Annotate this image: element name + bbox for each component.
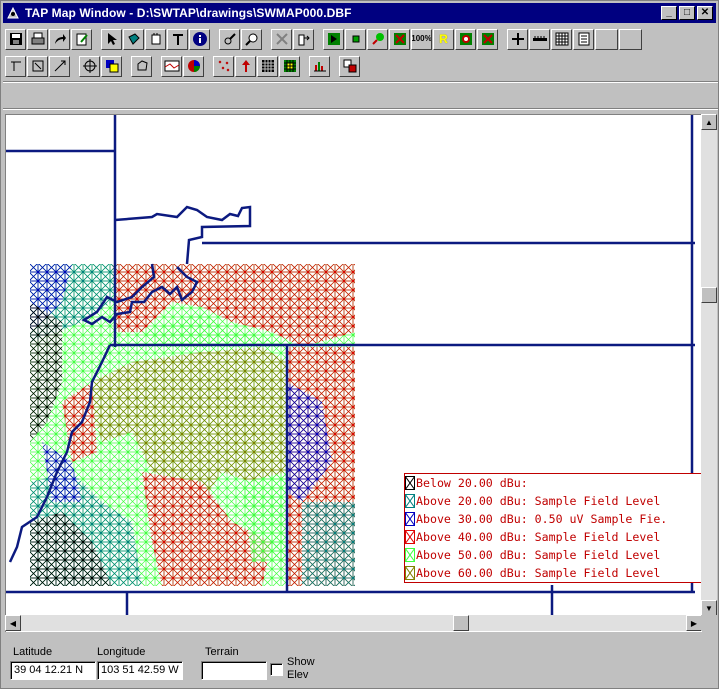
layers-icon[interactable] — [101, 55, 122, 77]
legend-label: Above 40.00 dBu: Sample Field Level — [416, 530, 661, 544]
move-icon[interactable] — [79, 55, 100, 77]
info-icon[interactable] — [189, 28, 210, 50]
toolbar-separator — [3, 81, 718, 83]
profile-icon[interactable] — [161, 55, 182, 77]
redo-icon[interactable] — [49, 28, 70, 50]
title-bar[interactable]: TAP Map Window - D:\SWTAP\drawings\SWMAP… — [3, 3, 716, 23]
edit-icon[interactable] — [71, 28, 92, 50]
zoom-100-icon[interactable]: 100% — [411, 28, 432, 50]
show-elev-checkbox[interactable] — [270, 663, 283, 676]
box-icon[interactable] — [27, 55, 48, 77]
legend-swatch — [405, 494, 415, 508]
vertical-scroll-thumb[interactable] — [701, 287, 717, 303]
legend-label: Above 20.00 dBu: Sample Field Level — [416, 494, 661, 508]
refresh-icon[interactable] — [455, 28, 476, 50]
terrain-field[interactable] — [201, 661, 267, 680]
import-icon[interactable] — [293, 28, 314, 50]
dot-icon[interactable] — [345, 28, 366, 50]
swap-icon[interactable] — [339, 55, 360, 77]
grid-icon[interactable] — [477, 28, 498, 50]
points-icon[interactable] — [213, 55, 234, 77]
r-text: R — [439, 32, 448, 46]
legend-row: Above 40.00 dBu: Sample Field Level — [405, 528, 702, 546]
chart-icon[interactable] — [309, 55, 330, 77]
toolbar-separator — [3, 108, 718, 110]
coverage-icon[interactable] — [183, 55, 204, 77]
print-icon[interactable] — [27, 28, 48, 50]
close-button[interactable]: ✕ — [697, 6, 713, 20]
terrain-label: Terrain — [205, 646, 239, 658]
scroll-left-icon[interactable]: ◀ — [5, 615, 21, 631]
legend-swatch — [405, 530, 415, 544]
blank-button-1[interactable] — [595, 28, 618, 50]
line-icon[interactable] — [5, 55, 26, 77]
ruler-icon[interactable] — [529, 28, 550, 50]
legend-row: Below 20.00 dBu: — [405, 474, 702, 492]
minimize-button[interactable]: _ — [661, 6, 677, 20]
coordinate-panel: Latitude 39 04 12.21 N Longitude 103 51 … — [3, 638, 718, 688]
scrollbar-corner — [701, 615, 717, 631]
legend-row: Above 30.00 dBu: 0.50 uV Sample Fie. — [405, 510, 702, 528]
legend-label: Below 20.00 dBu: — [416, 476, 528, 490]
green-icon[interactable] — [323, 28, 344, 50]
grid-color-icon[interactable] — [279, 55, 300, 77]
show-elev-label: Show — [287, 656, 315, 668]
legend-label: Above 50.00 dBu: Sample Field Level — [416, 548, 661, 562]
legend-row: Above 20.00 dBu: Sample Field Level — [405, 492, 702, 510]
delete-icon[interactable] — [271, 28, 292, 50]
legend-label: Above 30.00 dBu: 0.50 uV Sample Fie. — [416, 512, 668, 526]
legend-swatch — [405, 548, 415, 562]
maximize-button[interactable]: □ — [679, 6, 695, 20]
horizontal-scrollbar[interactable]: ◀ ▶ — [5, 615, 702, 631]
zoom-100-text: 100% — [411, 34, 432, 43]
r-icon[interactable]: R — [433, 28, 454, 50]
blank-button-2[interactable] — [619, 28, 642, 50]
scroll-down-icon[interactable]: ▼ — [701, 600, 717, 616]
legend-row: Above 60.00 dBu: Sample Field Level — [405, 564, 702, 582]
longitude-field[interactable]: 103 51 42.59 W — [97, 661, 183, 680]
zoom-icon[interactable] — [241, 28, 262, 50]
coverage-legend: Below 20.00 dBu: Above 20.00 dBu: Sample… — [404, 473, 702, 583]
legend-row: Above 50.00 dBu: Sample Field Level — [405, 546, 702, 564]
pan-icon[interactable] — [145, 28, 166, 50]
vertical-scrollbar[interactable]: ▲ ▼ — [701, 114, 717, 616]
list-icon[interactable] — [573, 28, 594, 50]
horizontal-scroll-thumb[interactable] — [453, 615, 469, 631]
latitude-label: Latitude — [13, 646, 53, 658]
map-canvas[interactable]: Below 20.00 dBu: Above 20.00 dBu: Sample… — [5, 114, 702, 632]
show-elev-label-2: Elev — [287, 669, 309, 681]
select-icon[interactable] — [123, 28, 144, 50]
plus-icon[interactable] — [507, 28, 528, 50]
legend-swatch — [405, 512, 415, 526]
app-icon[interactable] — [5, 5, 21, 21]
legend-swatch — [405, 566, 415, 580]
scroll-right-icon[interactable]: ▶ — [686, 615, 702, 631]
flag-icon[interactable] — [389, 28, 410, 50]
latitude-field[interactable]: 39 04 12.21 N — [10, 661, 96, 680]
text-icon[interactable] — [167, 28, 188, 50]
legend-swatch — [405, 476, 415, 490]
drawing-toolbar — [5, 54, 361, 78]
pointer-icon[interactable] — [101, 28, 122, 50]
tower-icon[interactable] — [235, 55, 256, 77]
scroll-up-icon[interactable]: ▲ — [701, 114, 717, 130]
marker-icon[interactable] — [367, 28, 388, 50]
main-toolbar: 100% R — [5, 27, 643, 51]
table-icon[interactable] — [551, 28, 572, 50]
measure-icon[interactable] — [219, 28, 240, 50]
longitude-label: Longitude — [97, 646, 146, 658]
window-title: TAP Map Window - D:\SWTAP\drawings\SWMAP… — [25, 6, 352, 20]
legend-label: Above 60.00 dBu: Sample Field Level — [416, 566, 661, 580]
arrow-icon[interactable] — [49, 55, 70, 77]
map-window: TAP Map Window - D:\SWTAP\drawings\SWMAP… — [0, 0, 719, 689]
save-icon[interactable] — [5, 28, 26, 50]
grid-small-icon[interactable] — [257, 55, 278, 77]
polygon-icon[interactable] — [131, 55, 152, 77]
